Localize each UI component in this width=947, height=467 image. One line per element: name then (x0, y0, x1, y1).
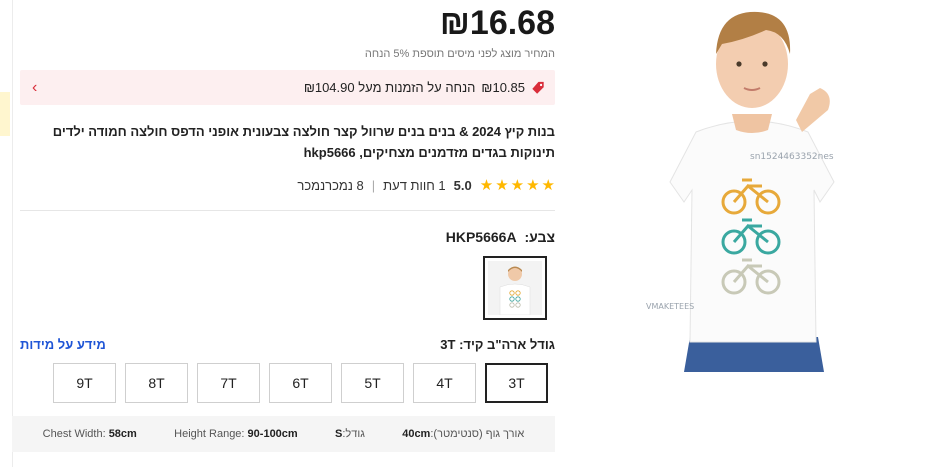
product-image[interactable]: sn1524463352nes VMAKETEES (646, 2, 836, 372)
size-code: גודל:S (335, 428, 365, 440)
size-header: מידע על מידות גודל ארה"ב קיד: 3T (20, 337, 555, 352)
product-title: בנות קיץ 2024 & בנים בנים שרוול קצר חולצ… (52, 124, 555, 160)
separator: | (371, 177, 376, 193)
left-divider (12, 0, 13, 467)
size-guide-link[interactable]: מידע על מידות (20, 337, 106, 352)
rating-stars: ★ ★ ★ ★ ★ (480, 176, 555, 194)
reviews-link[interactable]: 1 חוות דעת (383, 178, 446, 193)
size-option[interactable]: 7T (197, 363, 260, 403)
promo-content: ₪10.85 הנחה על הזמנות מעל ₪104.90 (304, 80, 545, 95)
color-value: HKP5666A (445, 229, 517, 245)
brand-watermark: VMAKETEES (646, 302, 695, 311)
promo-banner[interactable]: ‹ ₪10.85 הנחה על הזמנות מעל ₪104.90 (20, 70, 555, 105)
star-icon: ★ (479, 177, 494, 194)
color-swatch-thumbnail[interactable] (483, 256, 547, 320)
star-icon: ★ (495, 177, 509, 194)
size-option[interactable]: 4T (413, 363, 476, 403)
star-icon: ★ (510, 177, 525, 194)
section-divider (20, 210, 555, 211)
child-tshirt-photo (668, 2, 836, 372)
height-range: Height Range: 90-100cm (174, 428, 298, 440)
tag-icon (532, 81, 544, 94)
rating-row: ★ ★ ★ ★ ★ 5.0 1 חוות דעת | 8 נמכרנמכר (297, 176, 555, 194)
chevron-left-icon: ‹ (32, 78, 38, 96)
size-option[interactable]: 9T (53, 363, 116, 403)
color-label: צבע: (524, 229, 555, 245)
color-row: צבע: HKP5666A (446, 229, 555, 245)
image-watermark-id: sn1524463352nes (750, 152, 834, 162)
size-label: גודל ארה"ב קיד: 3T (440, 337, 555, 352)
size-option[interactable]: 6T (269, 363, 332, 403)
chest-width: Chest Width: 58cm (42, 428, 137, 440)
product-info-panel: ₪16.68 המחיר מוצג לפני מיסים תוספת 5% הנ… (12, 0, 555, 467)
measurement-bar: Chest Width: 58cm Height Range: 90-100cm… (12, 416, 555, 452)
star-icon: ★ (526, 177, 540, 194)
product-price: ₪16.68 (439, 4, 555, 42)
size-option[interactable]: 3T (485, 363, 548, 403)
promo-discount: ₪10.85 (481, 80, 525, 95)
tax-note: המחיר מוצג לפני מיסים תוספת 5% הנחה (364, 48, 555, 60)
size-options: 3T 4T 5T 6T 7T 8T 9T (51, 363, 548, 403)
body-length: אורך גוף (סנטימטר):40cm (402, 428, 525, 440)
sold-count: 8 נמכרנמכר (297, 177, 364, 193)
thumbnail-image (488, 261, 542, 315)
size-option[interactable]: 8T (125, 363, 188, 403)
left-accent-bar (0, 92, 10, 136)
promo-text: הנחה על הזמנות מעל ₪104.90 (303, 80, 476, 95)
rating-value: 5.0 (453, 177, 472, 193)
size-option[interactable]: 5T (341, 363, 404, 403)
star-icon: ★ (541, 177, 555, 194)
